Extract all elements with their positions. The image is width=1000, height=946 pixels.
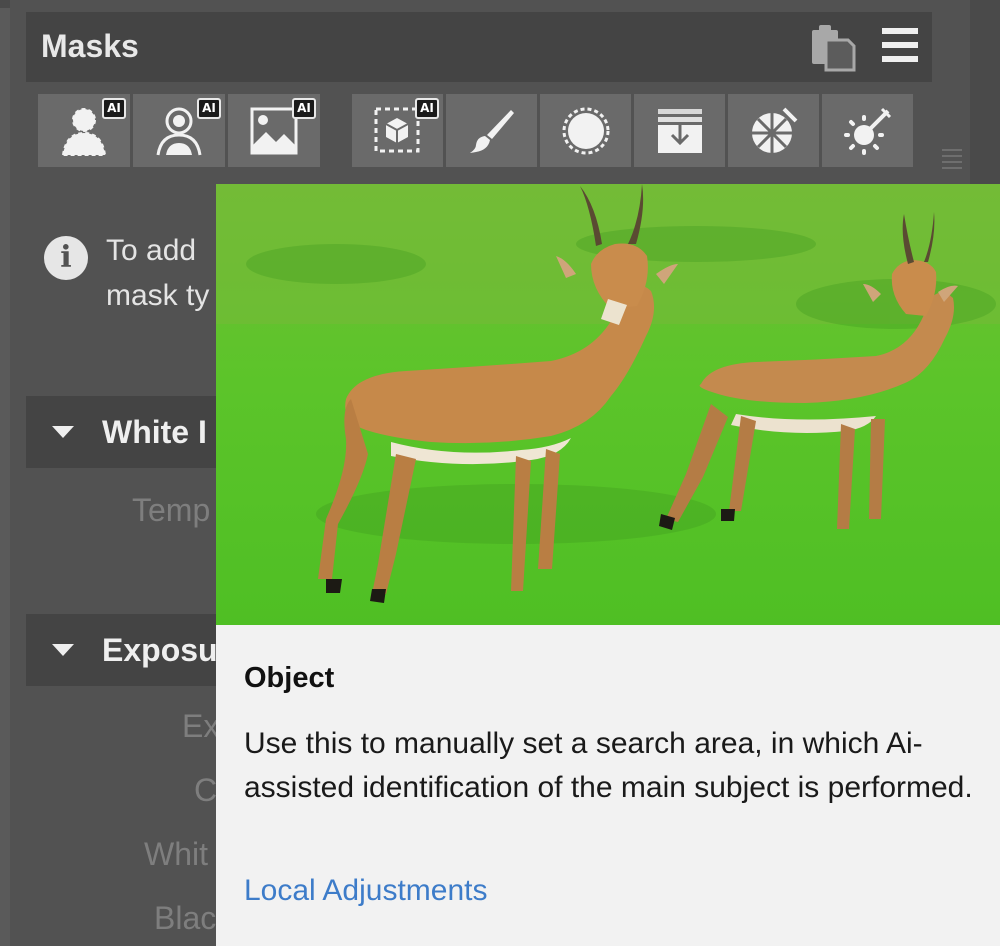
ai-badge: AI: [415, 98, 439, 119]
param-blacks-label: Blac: [154, 900, 217, 936]
collapse-arrow-icon: [52, 644, 74, 656]
ai-badge: AI: [197, 98, 221, 119]
luminance-mask-button[interactable]: [822, 94, 913, 167]
tooltip-description: Use this to manually set a search area, …: [244, 727, 973, 804]
antelope-example-image: [216, 184, 1000, 625]
local-adjustments-link[interactable]: Local Adjustments: [244, 874, 487, 908]
param-exposure-label: Ex: [182, 708, 220, 744]
radial-icon: [562, 107, 609, 154]
brush-mask-button[interactable]: [446, 94, 537, 167]
color-wheel-icon: [751, 107, 797, 153]
gradient-mask-button[interactable]: [634, 94, 725, 167]
scroll-grip-icon: [942, 149, 962, 169]
param-temperature-label: Temp: [132, 492, 211, 528]
mask-toolbar-ai: AI AI AI: [38, 94, 320, 167]
ai-badge: AI: [292, 98, 316, 119]
param-whites-label: Whit: [144, 836, 208, 872]
section-title: White I: [102, 414, 207, 450]
section-title: Exposu: [102, 632, 218, 668]
object-tooltip: Object Use this to manually set a search…: [216, 184, 1000, 946]
color-mask-button[interactable]: [728, 94, 819, 167]
panel-title: Masks: [41, 28, 139, 64]
param-contrast-label: C: [194, 772, 218, 808]
mask-toolbar-tools: AI: [352, 94, 913, 167]
person-mask-button[interactable]: AI: [38, 94, 130, 167]
hamburger-menu-icon[interactable]: [882, 28, 918, 67]
radial-mask-button[interactable]: [540, 94, 631, 167]
info-icon: i: [44, 236, 88, 280]
tooltip-title: Object: [244, 662, 335, 694]
clipboard-icon[interactable]: [810, 22, 856, 77]
object-mask-button[interactable]: AI: [352, 94, 443, 167]
gradient-icon: [657, 108, 702, 153]
ai-badge: AI: [102, 98, 126, 119]
collapse-arrow-icon: [52, 426, 74, 438]
brush-icon: [469, 109, 514, 153]
magic-wand-icon: [843, 107, 891, 155]
masks-header: Masks: [26, 12, 932, 82]
portrait-mask-button[interactable]: AI: [133, 94, 225, 167]
sky-mask-button[interactable]: AI: [228, 94, 320, 167]
